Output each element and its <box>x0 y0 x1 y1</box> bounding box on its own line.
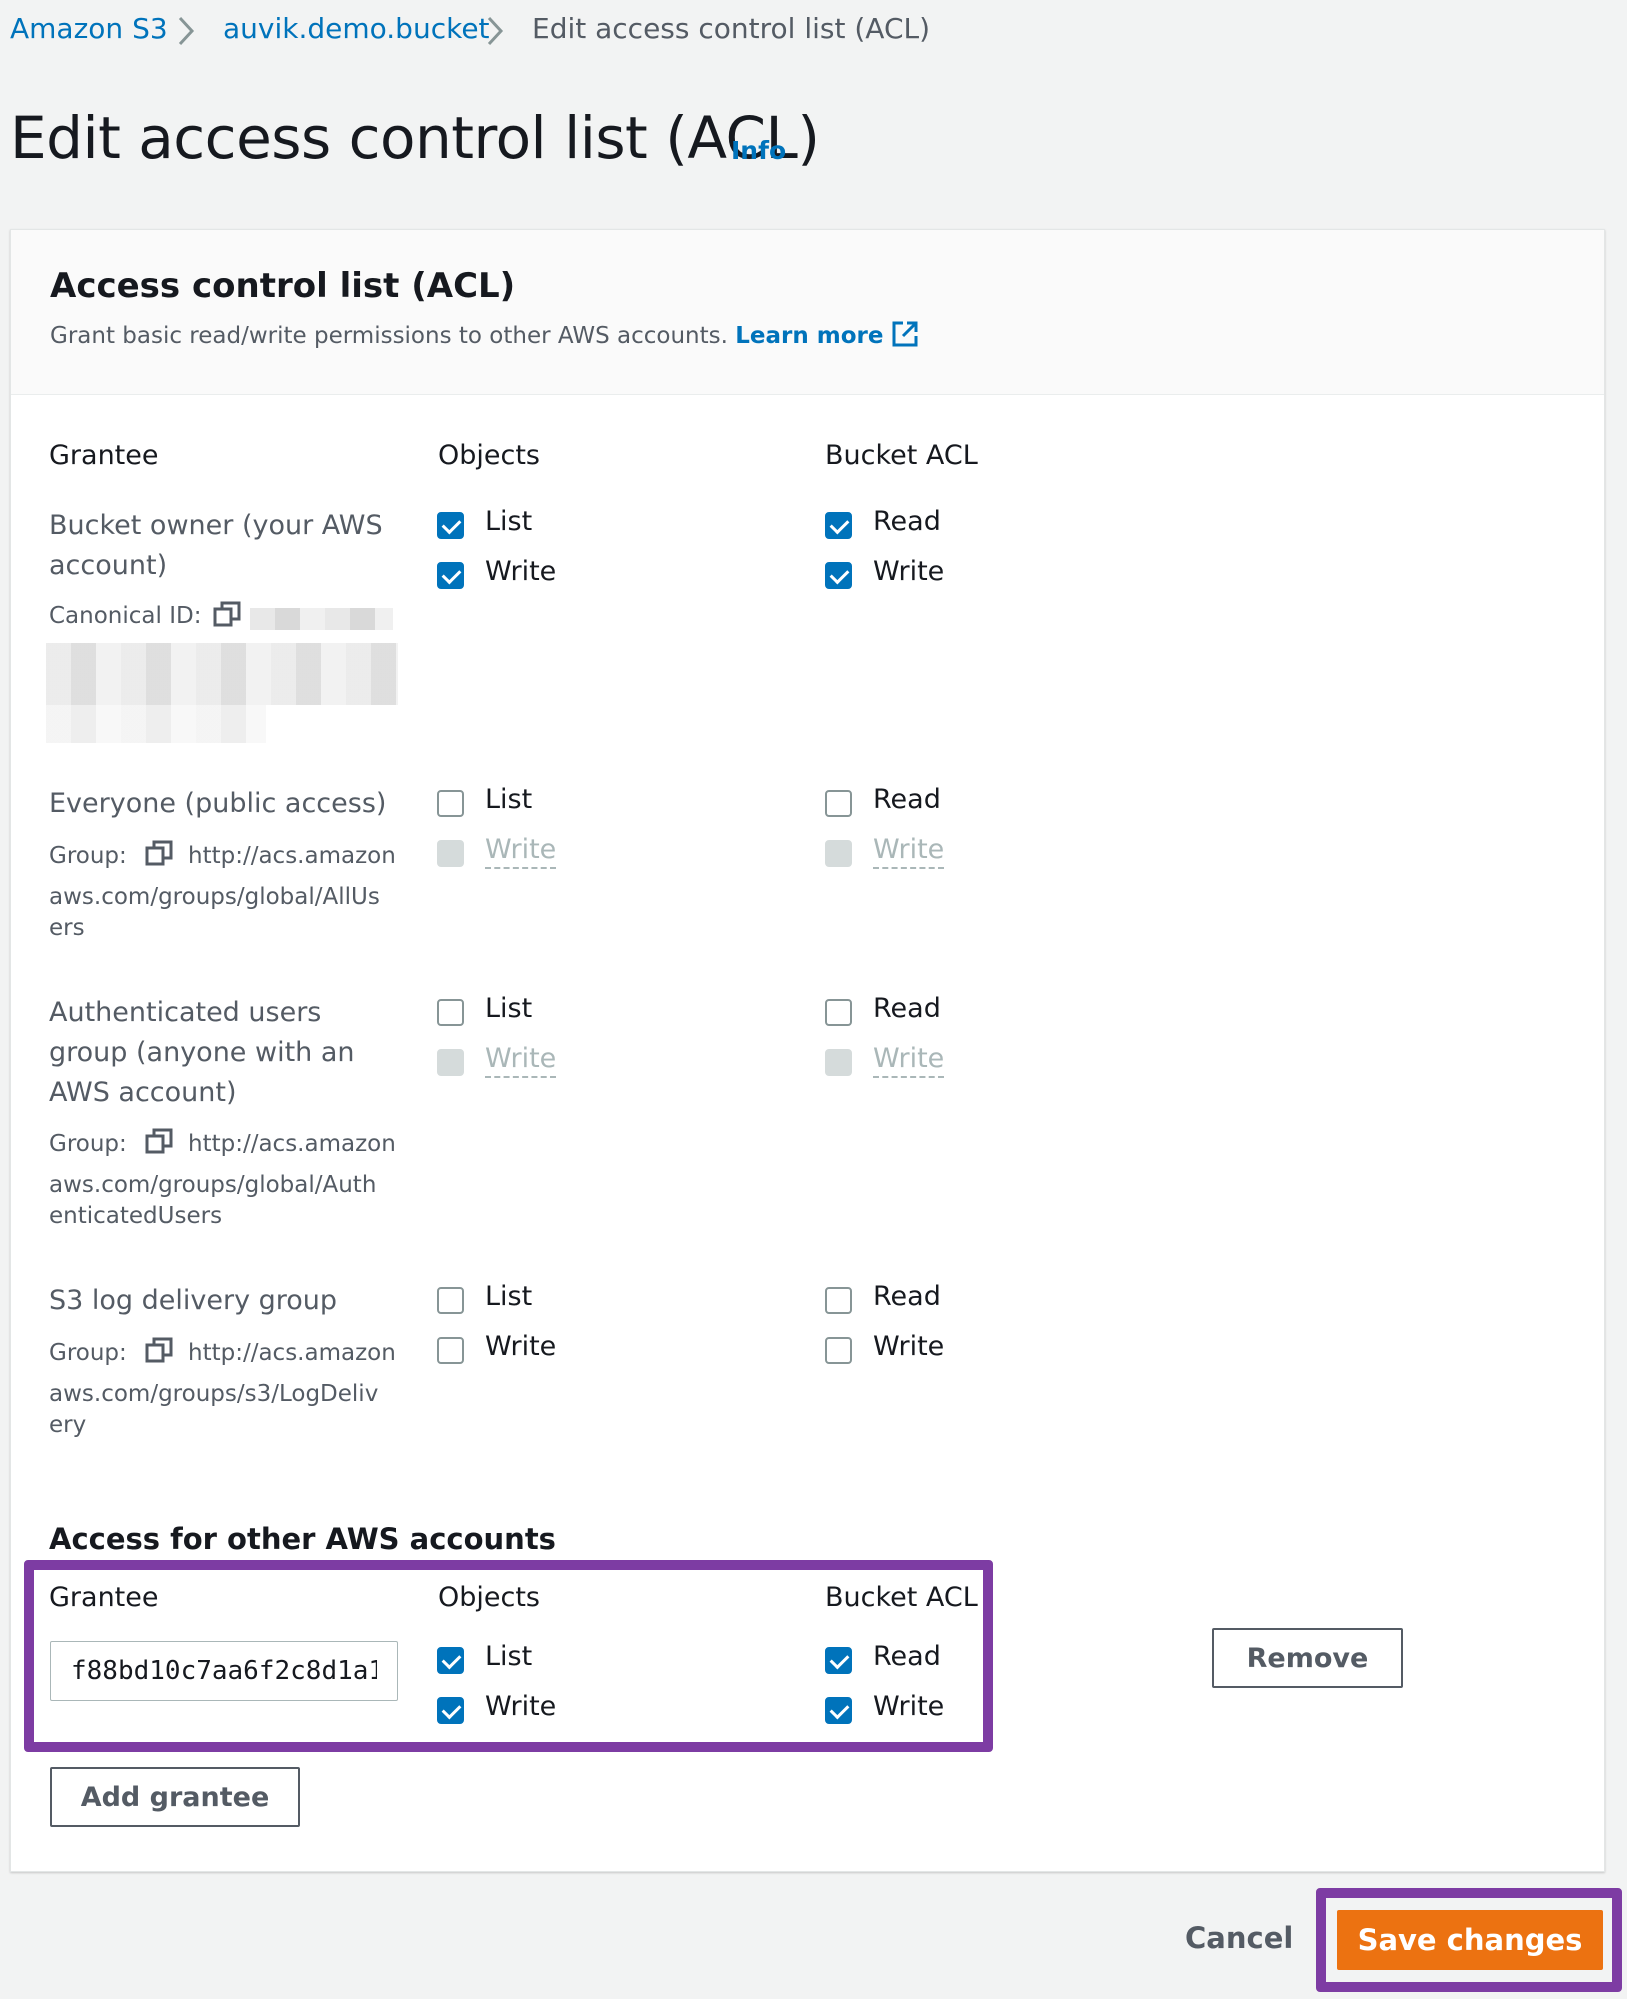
col-head-grantee: Grantee <box>49 440 159 471</box>
copy-icon[interactable] <box>145 1337 173 1365</box>
canonical-id-redacted <box>46 705 266 743</box>
grantee-log-delivery: S3 log delivery group <box>49 1285 338 1316</box>
grantee-everyone: Everyone (public access) <box>49 788 387 819</box>
col-head-objects: Objects <box>438 440 541 471</box>
breadcrumb-amazon-s3[interactable]: Amazon S3 <box>10 12 168 45</box>
panel-header: Access control list (ACL) Grant basic re… <box>11 230 1604 395</box>
other-acl-read-checkbox[interactable] <box>825 1647 852 1674</box>
row3-acl-write-checkbox[interactable] <box>825 1337 852 1364</box>
copy-icon[interactable] <box>145 1128 173 1156</box>
group-url-line1: http://acs.amazon <box>188 1131 396 1157</box>
cancel-button[interactable]: Cancel <box>1185 1921 1293 1955</box>
row0-objects-write-label: Write <box>485 556 557 587</box>
panel-title: Access control list (ACL) <box>50 266 516 306</box>
grantee-authenticated-users: Authenticated users group (anyone with a… <box>49 997 355 1108</box>
row1-acl-write-checkbox <box>825 840 852 867</box>
row1-objects-list-checkbox[interactable] <box>437 790 464 817</box>
row1-objects-write-label: Write <box>485 834 557 869</box>
grantee-bucket-owner: Bucket owner (your AWS account) <box>49 510 383 581</box>
group-label: Group: <box>49 843 127 869</box>
row0-objects-list-checkbox[interactable] <box>437 512 464 539</box>
row1-acl-read-label: Read <box>873 784 941 815</box>
row0-acl-read-checkbox[interactable] <box>825 512 852 539</box>
other-accounts-title: Access for other AWS accounts <box>49 1522 556 1556</box>
group-label: Group: <box>49 1340 127 1366</box>
row2-acl-write-label: Write <box>873 1043 945 1078</box>
other-objects-list-label: List <box>485 1641 533 1672</box>
page-title: Edit access control list (ACL) <box>10 104 820 172</box>
group-url-line1: http://acs.amazon <box>188 1340 396 1366</box>
canonical-id-redacted <box>46 643 398 705</box>
row3-acl-read-checkbox[interactable] <box>825 1287 852 1314</box>
grantee-input[interactable] <box>50 1641 398 1701</box>
row0-acl-read-label: Read <box>873 506 941 537</box>
canonical-id-redacted <box>250 608 393 630</box>
chevron-right-icon <box>485 14 504 46</box>
row0-objects-write-checkbox[interactable] <box>437 562 464 589</box>
row3-objects-write-label: Write <box>485 1331 557 1362</box>
row1-objects-list-label: List <box>485 784 533 815</box>
add-grantee-button[interactable]: Add grantee <box>50 1767 300 1827</box>
breadcrumb-current: Edit access control list (ACL) <box>532 12 931 45</box>
external-link-icon <box>891 320 919 348</box>
canonical-id-label: Canonical ID: <box>49 603 202 629</box>
other-col-head-bucket-acl: Bucket ACL <box>825 1582 978 1613</box>
row2-acl-write-checkbox <box>825 1049 852 1076</box>
row0-acl-write-checkbox[interactable] <box>825 562 852 589</box>
row1-acl-write-label: Write <box>873 834 945 869</box>
breadcrumb-bucket[interactable]: auvik.demo.bucket <box>223 12 490 45</box>
group-label: Group: <box>49 1131 127 1157</box>
other-acl-write-checkbox[interactable] <box>825 1697 852 1724</box>
other-acl-read-label: Read <box>873 1641 941 1672</box>
col-head-bucket-acl: Bucket ACL <box>825 440 978 471</box>
row2-objects-write-checkbox <box>437 1049 464 1076</box>
row2-acl-read-label: Read <box>873 993 941 1024</box>
row1-acl-read-checkbox[interactable] <box>825 790 852 817</box>
row1-objects-write-checkbox <box>437 840 464 867</box>
row2-objects-list-checkbox[interactable] <box>437 999 464 1026</box>
group-url-rest: aws.com/groups/global/AuthenticatedUsers <box>49 1172 377 1229</box>
row2-objects-write-label: Write <box>485 1043 557 1078</box>
other-objects-write-checkbox[interactable] <box>437 1697 464 1724</box>
save-changes-button[interactable]: Save changes <box>1337 1910 1603 1970</box>
row2-objects-list-label: List <box>485 993 533 1024</box>
row0-objects-list-label: List <box>485 506 533 537</box>
row2-acl-read-checkbox[interactable] <box>825 999 852 1026</box>
remove-button[interactable]: Remove <box>1212 1628 1403 1688</box>
info-link[interactable]: Info <box>731 136 786 165</box>
row3-objects-list-checkbox[interactable] <box>437 1287 464 1314</box>
row3-objects-list-label: List <box>485 1281 533 1312</box>
learn-more-label: Learn more <box>735 323 884 349</box>
other-col-head-objects: Objects <box>438 1582 541 1613</box>
row3-objects-write-checkbox[interactable] <box>437 1337 464 1364</box>
other-col-head-grantee: Grantee <box>49 1582 159 1613</box>
group-url-rest: aws.com/groups/global/AllUsers <box>49 884 380 941</box>
chevron-right-icon <box>176 14 195 46</box>
learn-more-link[interactable]: Learn more <box>735 320 919 349</box>
group-url-line1: http://acs.amazon <box>188 843 396 869</box>
row3-acl-read-label: Read <box>873 1281 941 1312</box>
copy-icon[interactable] <box>213 601 241 629</box>
panel-description: Grant basic read/write permissions to ot… <box>50 320 919 349</box>
copy-icon[interactable] <box>145 840 173 868</box>
row0-acl-write-label: Write <box>873 556 945 587</box>
panel-description-text: Grant basic read/write permissions to ot… <box>50 323 728 349</box>
group-url-rest: aws.com/groups/s3/LogDelivery <box>49 1381 379 1438</box>
row3-acl-write-label: Write <box>873 1331 945 1362</box>
other-objects-write-label: Write <box>485 1691 557 1722</box>
other-acl-write-label: Write <box>873 1691 945 1722</box>
other-objects-list-checkbox[interactable] <box>437 1647 464 1674</box>
